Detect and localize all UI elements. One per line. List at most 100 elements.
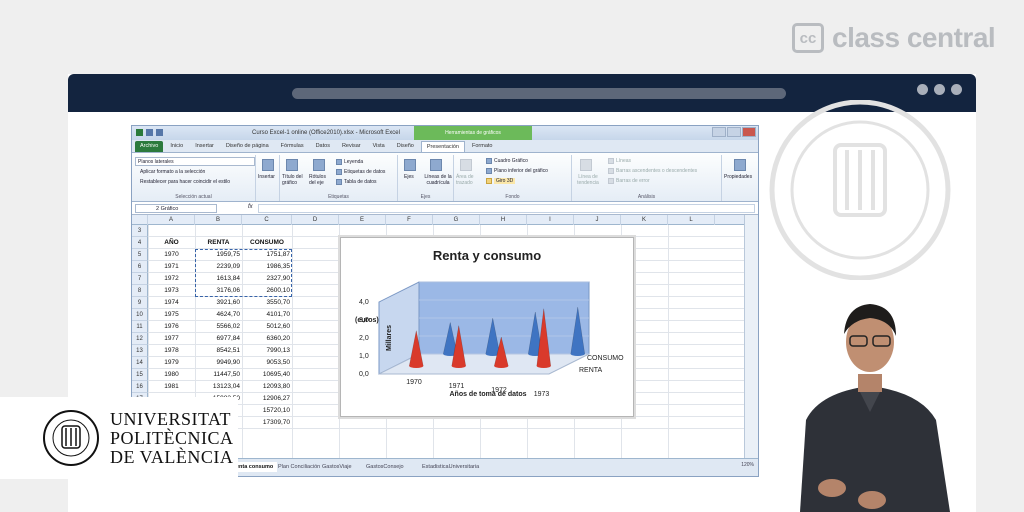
row-header[interactable]: 11 [132,321,148,333]
tab-revisar[interactable]: Revisar [337,141,366,152]
column-header[interactable]: I [527,215,574,225]
table-cell[interactable]: 1978 [148,345,195,357]
tab-formato[interactable]: Formato [467,141,497,152]
row-header[interactable]: 10 [132,309,148,321]
tab-insertar[interactable]: Insertar [190,141,219,152]
table-cell[interactable]: 7990,13 [242,345,292,357]
table-cell[interactable]: 3550,70 [242,297,292,309]
close-icon[interactable] [742,127,756,137]
column-header[interactable]: F [386,215,433,225]
chart-wall-button[interactable]: Cuadro Gráfico [494,158,528,164]
trendline-button[interactable]: Línea de tendencia [574,174,602,186]
vertical-scrollbar[interactable] [744,215,758,460]
table-cell[interactable]: 15720,10 [242,405,292,417]
gridlines-button[interactable]: Líneas de la cuadrícula [422,174,454,186]
minimize-icon[interactable] [712,127,726,137]
column-header[interactable]: G [433,215,480,225]
column-header[interactable]: D [292,215,339,225]
table-cell[interactable]: 1977 [148,333,195,345]
table-cell[interactable]: 12093,80 [242,381,292,393]
column-header[interactable]: C [242,215,292,225]
select-all-corner[interactable] [132,215,148,225]
column-header[interactable]: A [148,215,195,225]
table-cell[interactable]: 1972 [148,273,195,285]
address-bar[interactable] [292,88,786,99]
row-header[interactable]: 13 [132,345,148,357]
tab-formulas[interactable]: Fórmulas [276,141,309,152]
error-bars-button[interactable]: Barras de error [616,178,650,184]
lines-button[interactable]: Líneas [616,158,631,164]
table-cell[interactable]: 1971 [148,261,195,273]
properties-button[interactable]: Propiedades [724,174,752,180]
table-cell[interactable]: 1979 [148,357,195,369]
column-header[interactable]: J [574,215,621,225]
table-cell[interactable]: 6977,84 [195,333,242,345]
row-header[interactable]: 3 [132,225,148,237]
table-cell[interactable]: RENTA [195,237,242,249]
tab-datos[interactable]: Datos [311,141,335,152]
row-header[interactable]: 6 [132,261,148,273]
column-header[interactable]: H [480,215,527,225]
sheet-tab-gastos-viaje[interactable]: GastosViaje [318,462,356,472]
chart[interactable]: Renta y consumo 4,0 3,0 2,0 1,0 0,0 Millares(… [340,237,634,417]
formula-input[interactable] [258,204,755,213]
quick-access-toolbar[interactable] [136,129,163,136]
table-cell[interactable]: 1974 [148,297,195,309]
axes-button[interactable]: Ejes [404,174,414,180]
data-labels-button[interactable]: Etiquetas de datos [344,169,385,175]
tab-vista[interactable]: Vista [368,141,390,152]
row-header[interactable]: 12 [132,333,148,345]
table-cell[interactable]: 1980 [148,369,195,381]
tab-presentacion[interactable]: Presentación [420,140,465,152]
table-cell[interactable]: 1975 [148,309,195,321]
table-cell[interactable]: 17309,70 [242,417,292,429]
chart-element-dropdown[interactable]: Planos laterales [135,157,255,166]
apply-format-button[interactable]: Aplicar formato a la selección [140,169,205,175]
zoom-level[interactable]: 120% [741,462,754,468]
column-header[interactable]: E [339,215,386,225]
insert-button[interactable]: Insertar [258,174,275,180]
column-header[interactable]: K [621,215,668,225]
fx-icon[interactable]: fx [248,204,253,210]
chart-title-button[interactable]: Título del gráfico [282,174,308,186]
table-cell[interactable]: 3921,60 [195,297,242,309]
name-box[interactable]: 2 Gráfico [135,204,217,213]
row-header[interactable]: 9 [132,297,148,309]
table-cell[interactable]: 10695,40 [242,369,292,381]
browser-menu-dots[interactable] [917,84,962,95]
column-header[interactable]: B [195,215,242,225]
table-cell[interactable]: 5012,60 [242,321,292,333]
chart-floor-button[interactable]: Plano inferior del gráfico [494,168,548,174]
tab-inicio[interactable]: Inicio [165,141,188,152]
row-header[interactable]: 14 [132,357,148,369]
row-header[interactable]: 5 [132,249,148,261]
row-header[interactable]: 16 [132,381,148,393]
table-cell[interactable]: 12906,27 [242,393,292,405]
table-cell[interactable]: CONSUMO [242,237,292,249]
sheet-tab-estadistica[interactable]: EstadisticaUniversitaria [418,462,483,472]
table-cell[interactable]: 4624,70 [195,309,242,321]
column-header[interactable]: L [668,215,715,225]
reset-style-button[interactable]: Restablecer para hacer coincidir el esti… [140,179,230,185]
table-cell[interactable]: 11447,50 [195,369,242,381]
tab-diseno-pagina[interactable]: Diseño de página [221,141,274,152]
table-cell[interactable]: 4101,70 [242,309,292,321]
table-cell[interactable]: 5566,02 [195,321,242,333]
table-cell[interactable]: AÑO [148,237,195,249]
tab-archivo[interactable]: Archivo [135,140,164,152]
row-header[interactable]: 4 [132,237,148,249]
table-cell[interactable]: 1981 [148,381,195,393]
table-cell[interactable]: 9053,50 [242,357,292,369]
table-cell[interactable]: 8542,51 [195,345,242,357]
sheet-tab-plan-conciliacion[interactable]: Plan Conciliación [274,462,324,472]
rotation-3d-button[interactable]: Giro 3D [494,178,516,184]
plot-area-button[interactable]: Área de trazado [456,174,480,186]
row-header[interactable]: 15 [132,369,148,381]
table-cell[interactable]: 1976 [148,321,195,333]
table-cell[interactable]: 1970 [148,249,195,261]
save-icon[interactable] [146,129,153,136]
table-cell[interactable]: 6360,20 [242,333,292,345]
updown-bars-button[interactable]: Barras ascendentes o descendentes [616,168,697,174]
maximize-icon[interactable] [727,127,741,137]
sheet-tab-gastos-consejo[interactable]: GastosConsejo [362,462,408,472]
